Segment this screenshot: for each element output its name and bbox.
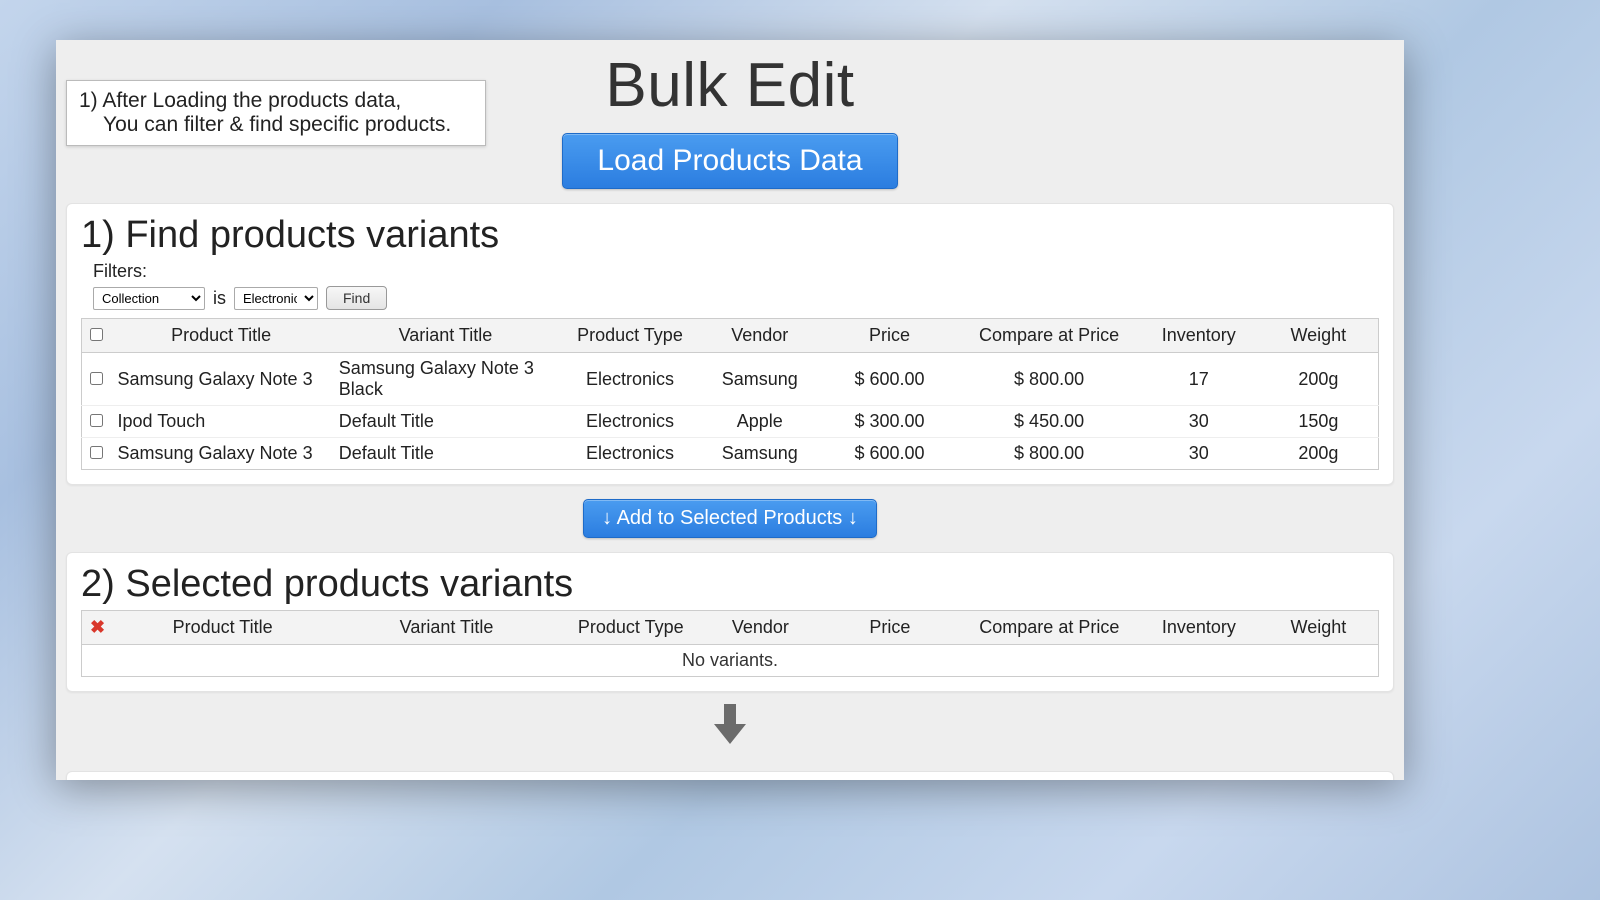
remove-icon[interactable]: ✖ [90, 617, 105, 637]
cell-inventory: 17 [1139, 353, 1259, 406]
cell-price: $ 600.00 [820, 353, 960, 406]
empty-row: No variants. [82, 645, 1379, 677]
cell-product-title: Samsung Galaxy Note 3 [111, 438, 330, 470]
table-header-row: Product Title Variant Title Product Type… [82, 319, 1379, 353]
cell-product-title: Samsung Galaxy Note 3 [111, 353, 330, 406]
select-all-checkbox[interactable] [90, 328, 103, 341]
cell-weight: 200g [1259, 353, 1379, 406]
cell-variant-title: Samsung Galaxy Note 3 Black [331, 353, 560, 406]
cell-weight: 150g [1259, 406, 1379, 438]
section2-heading: 2) Selected products variants [81, 563, 1379, 606]
table-row: Ipod Touch Default Title Electronics App… [82, 406, 1379, 438]
row-checkbox[interactable] [90, 372, 103, 385]
col-compare: Compare at Price [960, 611, 1139, 645]
app-frame: 1) After Loading the products data, You … [56, 40, 1404, 780]
table-row: Samsung Galaxy Note 3 Default Title Elec… [82, 438, 1379, 470]
section1-heading: 1) Find products variants [81, 214, 1379, 257]
cell-compare: $ 800.00 [959, 438, 1139, 470]
col-price: Price [820, 611, 959, 645]
modifications-panel: 3) Modifications [66, 771, 1394, 780]
variants-table: Product Title Variant Title Product Type… [81, 318, 1379, 470]
find-variants-panel: 1) Find products variants Filters: Colle… [66, 203, 1394, 485]
col-variant-title: Variant Title [331, 319, 560, 353]
load-products-button[interactable]: Load Products Data [562, 133, 897, 189]
col-product-type: Product Type [560, 319, 700, 353]
cell-price: $ 600.00 [820, 438, 960, 470]
table-row: Samsung Galaxy Note 3 Samsung Galaxy Not… [82, 353, 1379, 406]
cell-variant-title: Default Title [331, 438, 560, 470]
filter-field-select[interactable]: Collection [93, 287, 205, 310]
add-to-selected-button[interactable]: ↓ Add to Selected Products ↓ [583, 499, 877, 538]
col-vendor: Vendor [700, 319, 820, 353]
filter-is-label: is [213, 288, 226, 309]
col-inventory: Inventory [1139, 319, 1259, 353]
cell-product-type: Electronics [560, 353, 700, 406]
cell-inventory: 30 [1139, 438, 1259, 470]
selected-variants-panel: 2) Selected products variants ✖ Product … [66, 552, 1394, 692]
row-checkbox[interactable] [90, 414, 103, 427]
cell-inventory: 30 [1139, 406, 1259, 438]
col-product-title: Product Title [111, 319, 330, 353]
col-product-title: Product Title [113, 611, 332, 645]
col-remove: ✖ [82, 611, 114, 645]
selected-table: ✖ Product Title Variant Title Product Ty… [81, 610, 1379, 677]
cell-vendor: Apple [700, 406, 820, 438]
hint-callout: 1) After Loading the products data, You … [66, 80, 486, 146]
col-price: Price [820, 319, 960, 353]
cell-compare: $ 450.00 [959, 406, 1139, 438]
col-product-type: Product Type [561, 611, 701, 645]
filter-value-select[interactable]: Electronics [234, 287, 318, 310]
cell-variant-title: Default Title [331, 406, 560, 438]
col-weight: Weight [1259, 611, 1379, 645]
find-button[interactable]: Find [326, 286, 387, 310]
cell-weight: 200g [1259, 438, 1379, 470]
arrow-down-icon [56, 702, 1404, 757]
cell-compare: $ 800.00 [959, 353, 1139, 406]
col-selectall[interactable] [82, 319, 112, 353]
col-variant-title: Variant Title [332, 611, 561, 645]
cell-vendor: Samsung [700, 438, 820, 470]
filters-label: Filters: [93, 261, 1379, 282]
hint-line2: You can filter & find specific products. [79, 113, 475, 137]
row-checkbox[interactable] [90, 446, 103, 459]
col-inventory: Inventory [1139, 611, 1259, 645]
cell-vendor: Samsung [700, 353, 820, 406]
col-weight: Weight [1259, 319, 1379, 353]
cell-price: $ 300.00 [820, 406, 960, 438]
col-compare: Compare at Price [959, 319, 1139, 353]
hint-line1: 1) After Loading the products data, [79, 89, 401, 112]
cell-product-type: Electronics [560, 406, 700, 438]
empty-message: No variants. [82, 645, 1379, 677]
col-vendor: Vendor [701, 611, 821, 645]
cell-product-title: Ipod Touch [111, 406, 330, 438]
cell-product-type: Electronics [560, 438, 700, 470]
table-header-row: ✖ Product Title Variant Title Product Ty… [82, 611, 1379, 645]
filter-row: Collection is Electronics Find [93, 286, 1379, 310]
